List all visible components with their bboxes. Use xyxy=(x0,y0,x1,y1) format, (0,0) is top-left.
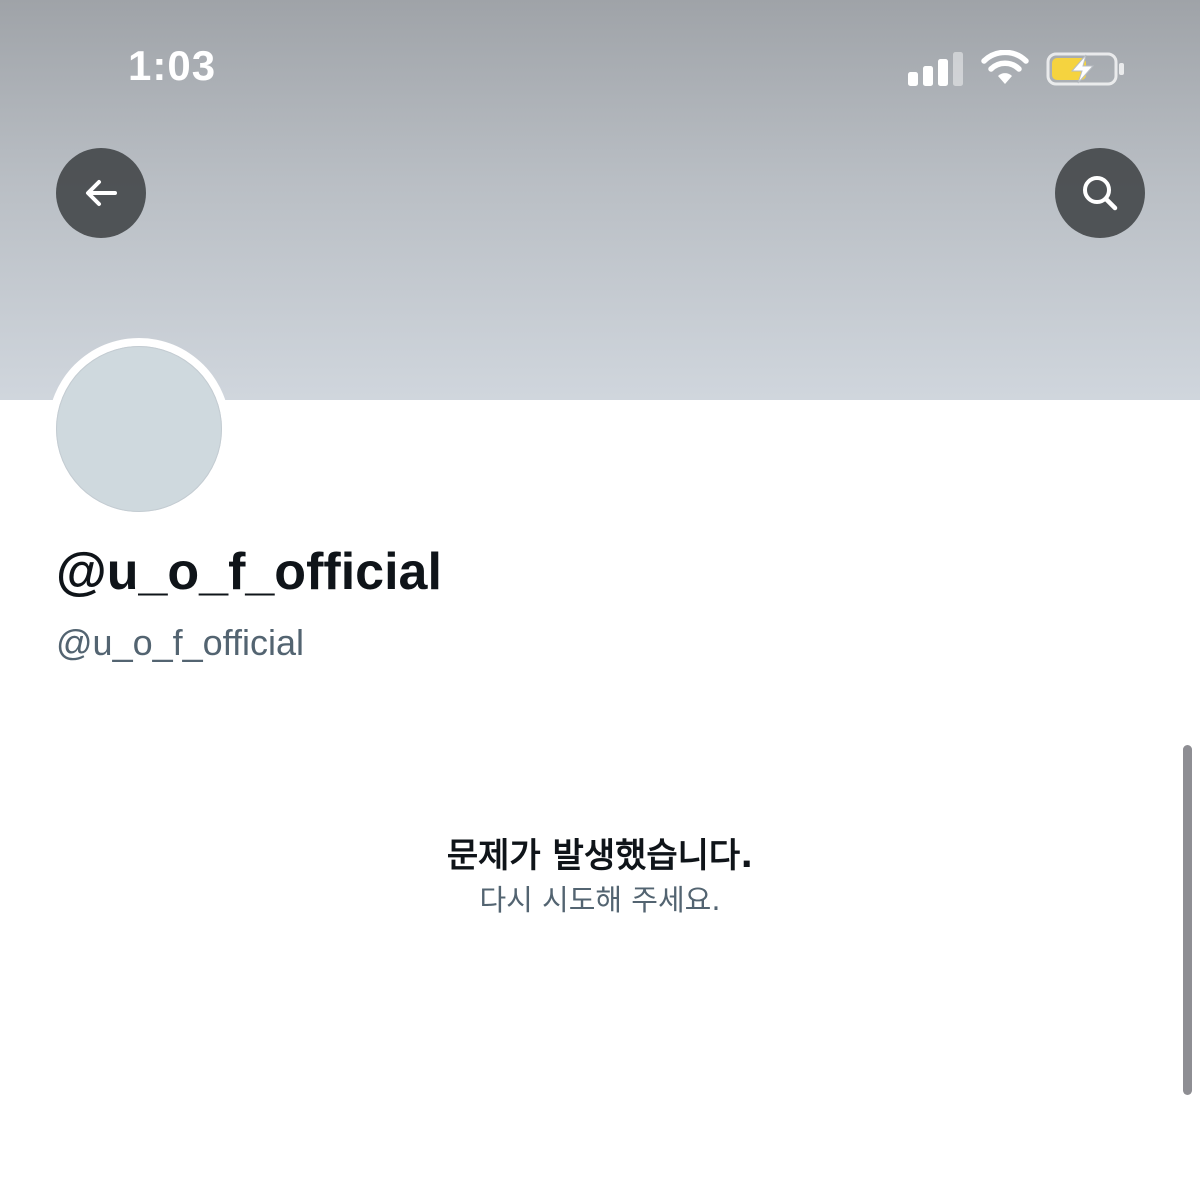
profile-screen: 1:03 @u_o_f_official @u_o_f_official 문제가… xyxy=(0,0,1200,1200)
cellular-signal-icon xyxy=(908,52,963,86)
error-subtitle: 다시 시도해 주세요. xyxy=(479,883,721,917)
search-icon xyxy=(1083,176,1118,211)
avatar[interactable] xyxy=(56,346,222,512)
search-button[interactable] xyxy=(1055,148,1145,238)
back-button[interactable] xyxy=(56,148,146,238)
scrollbar[interactable] xyxy=(1183,745,1192,1095)
battery-charging-icon xyxy=(1046,52,1124,86)
profile-display-name: @u_o_f_official xyxy=(56,543,442,601)
error-title: 문제가 발생했습니다. xyxy=(446,836,754,876)
arrow-left-icon xyxy=(86,180,117,206)
status-time: 1:03 xyxy=(128,42,217,89)
error-message: 문제가 발생했습니다. 다시 시도해 주세요. xyxy=(0,832,1200,920)
profile-handle: @u_o_f_official xyxy=(56,622,305,663)
wifi-icon xyxy=(981,50,1029,84)
